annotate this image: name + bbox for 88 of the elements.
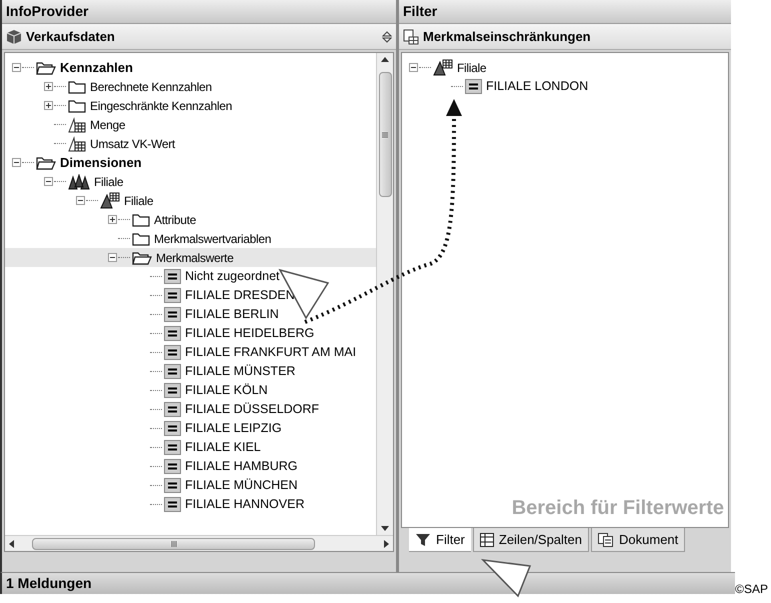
collapse-icon[interactable] [409,63,418,72]
equals-icon [164,459,181,474]
provider-name: Verkaufsdaten [26,28,116,46]
equals-icon [164,421,181,436]
tree-item[interactable]: FILIALE KIEL [5,438,376,457]
equals-icon [164,326,181,341]
grip-icon [170,540,176,546]
equals-icon [164,440,181,455]
equals-icon [164,364,181,379]
expand-icon[interactable] [44,101,53,110]
panel-title: InfoProvider [2,0,396,24]
tree-item[interactable]: FILIALE DÜSSELDORF [5,400,376,419]
equals-icon [164,345,181,360]
equals-icon [164,269,181,284]
scrollbar-thumb[interactable] [32,538,315,550]
tree-item[interactable]: Nicht zugeordnet [5,267,376,286]
folder-icon [132,212,150,226]
grid-icon [480,532,494,546]
grip-icon [382,132,388,138]
tab[interactable]: Dokument [591,528,686,552]
tree-item[interactable]: Kennzahlen [5,58,376,77]
scroll-up-icon[interactable] [381,57,389,62]
open-folder-icon [36,60,56,74]
equals-icon [164,478,181,493]
tree-item[interactable]: Filiale [5,191,376,210]
expand-icon[interactable] [108,215,117,224]
sort-toggle-icon[interactable] [382,30,392,44]
triangle-grid-icon [100,192,120,209]
tab[interactable]: Filter [409,528,471,552]
tree-item[interactable]: FILIALE MÜNSTER [5,362,376,381]
tree-item[interactable]: FILIALE KÖLN [5,381,376,400]
folder-icon [68,98,86,112]
equals-icon [164,383,181,398]
tree-item[interactable]: FILIALE MÜNCHEN [5,476,376,495]
documents-icon [598,532,614,546]
equals-icon [465,79,482,94]
tree-item[interactable]: Merkmalswertvariablen [5,229,376,248]
tree-item[interactable]: Dimensionen [5,153,376,172]
tree-item[interactable]: FILIALE HEIDELBERG [5,324,376,343]
horizontal-scrollbar[interactable] [5,535,393,551]
triangle-grid-icon [68,116,86,132]
open-folder-icon [132,250,152,264]
tree-item[interactable]: FILIALE LONDON [402,77,728,96]
tree-item[interactable]: Menge [5,115,376,134]
collapse-icon[interactable] [12,63,21,72]
tree-item[interactable]: Eingeschränkte Kennzahlen [5,96,376,115]
tree-item[interactable]: Umsatz VK-Wert [5,134,376,153]
collapse-icon[interactable] [44,177,53,186]
triangle-grid-icon [68,136,86,152]
collapse-icon[interactable] [108,253,117,262]
scroll-right-icon[interactable] [384,540,389,548]
collapse-icon[interactable] [76,196,85,205]
tree-item[interactable]: FILIALE FRANKFURT AM MAI [5,343,376,362]
scrollbar-thumb[interactable] [378,72,392,197]
table-icon [403,28,419,44]
tree-item[interactable]: FILIALE HANNOVER [5,495,376,514]
tree-item[interactable]: Berechnete Kennzahlen [5,77,376,96]
folder-icon [132,232,150,246]
copyright-credit: ©SAP [735,581,768,598]
cube-icon [6,28,22,44]
expand-icon[interactable] [44,82,53,91]
tree-item[interactable]: Attribute [5,210,376,229]
tree-item[interactable]: FILIALE HAMBURG [5,457,376,476]
equals-icon [164,307,181,322]
panel-title: Filter [399,0,731,24]
scroll-left-icon[interactable] [9,540,14,548]
tree-item[interactable]: FILIALE LEIPZIG [5,419,376,438]
tree-item[interactable]: FILIALE BERLIN [5,305,376,324]
tree-item[interactable]: Filiale [5,172,376,191]
triangles-icon [68,174,90,190]
tree-item[interactable]: Merkmalswerte [5,248,376,267]
collapse-icon[interactable] [12,158,21,167]
status-bar: 1 Meldungen [0,572,735,594]
open-folder-icon [36,156,56,170]
equals-icon [164,288,181,303]
tab[interactable]: Zeilen/Spalten [472,528,590,552]
vertical-scrollbar[interactable] [376,53,393,535]
pointer-icon [480,558,532,598]
section-title: Merkmalseinschränkungen [423,28,591,46]
drop-zone-hint: Bereich für Filterwerte [512,496,725,521]
equals-icon [164,497,181,512]
tree-item[interactable]: FILIALE DRESDEN [5,286,376,305]
filter-icon [415,532,431,546]
equals-icon [164,402,181,417]
triangle-grid-icon [433,59,453,76]
scroll-down-icon[interactable] [381,526,389,531]
folder-icon [68,80,86,94]
tree-item[interactable]: Filiale [402,58,728,77]
